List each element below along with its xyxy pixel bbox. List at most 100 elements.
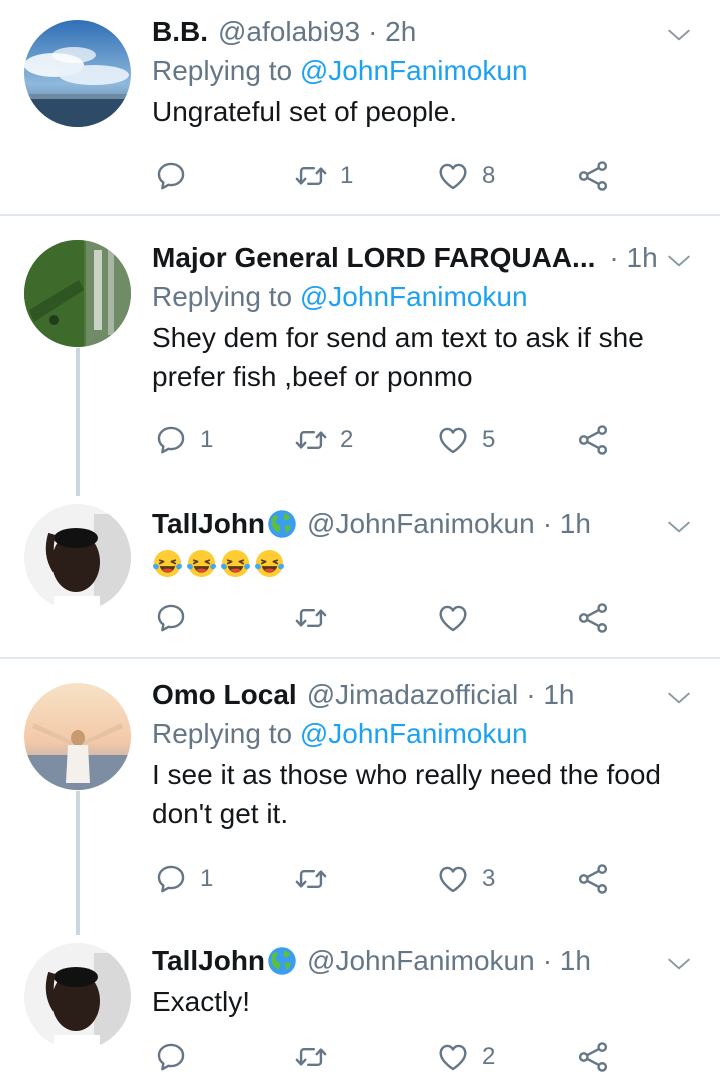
retweet-count: 2 (340, 426, 354, 453)
avatar[interactable] (24, 683, 131, 790)
user-handle[interactable]: @Jimadazofficial (307, 677, 519, 713)
laughing-emoji-icon (152, 548, 183, 579)
display-name[interactable]: B.B. (152, 14, 208, 50)
avatar-image (24, 683, 131, 790)
reply-count: 1 (200, 865, 214, 892)
like-icon (436, 423, 470, 457)
retweet-button[interactable] (294, 598, 328, 638)
like-count: 5 (482, 426, 496, 453)
like-count: 8 (482, 162, 496, 189)
avatar-image (24, 943, 131, 1050)
retweet-icon (294, 862, 328, 896)
reply-icon (154, 862, 188, 896)
retweet-button[interactable] (294, 859, 328, 899)
like-icon (436, 159, 470, 193)
retweet-icon (294, 1040, 328, 1074)
tweet-item[interactable]: TallJohn @JohnFanimokun · 1h Exactly! 2 (0, 935, 720, 1079)
avatar[interactable] (24, 240, 131, 347)
caret-down-icon[interactable] (666, 685, 692, 711)
timestamp[interactable]: · 1h (543, 506, 591, 542)
replying-to-line: Replying to @JohnFanimokun (152, 53, 690, 89)
tweet-actions: 1 3 (152, 859, 622, 899)
timestamp[interactable]: · 2h (368, 14, 416, 50)
tweet-header: B.B. @afolabi93 · 2h (152, 14, 690, 50)
display-name[interactable]: Major General LORD FARQUAA... (152, 240, 595, 276)
globe-emoji-icon (267, 509, 297, 539)
share-icon (576, 1040, 610, 1074)
reply-button[interactable] (154, 1037, 188, 1077)
tweet-item[interactable]: Major General LORD FARQUAA... · 1h Reply… (0, 216, 720, 496)
retweet-icon (294, 423, 328, 457)
tweet-header: Major General LORD FARQUAA... · 1h (152, 240, 690, 276)
user-handle[interactable]: @JohnFanimokun (307, 943, 535, 979)
avatar[interactable] (24, 943, 131, 1050)
like-button[interactable]: 5 (436, 420, 495, 460)
laughing-emoji-icon (220, 548, 251, 579)
replying-to-line: Replying to @JohnFanimokun (152, 716, 690, 752)
retweet-button[interactable]: 1 (294, 156, 353, 196)
display-name[interactable]: TallJohn (152, 943, 265, 979)
like-icon (436, 1040, 470, 1074)
tweet-actions: 1 2 5 (152, 420, 622, 460)
timestamp[interactable]: · 1h (543, 943, 591, 979)
like-button[interactable]: 3 (436, 859, 495, 899)
tweet-item[interactable]: B.B. @afolabi93 · 2h Replying to @JohnFa… (0, 0, 720, 216)
display-name[interactable]: TallJohn (152, 506, 265, 542)
caret-down-icon[interactable] (666, 951, 692, 977)
timestamp[interactable]: · 1h (526, 677, 574, 713)
thread-line (76, 348, 80, 496)
avatar-image (24, 504, 131, 611)
share-button[interactable] (576, 420, 610, 460)
replying-to-mention[interactable]: @JohnFanimokun (300, 281, 528, 312)
like-count: 2 (482, 1043, 496, 1070)
retweet-button[interactable]: 2 (294, 420, 353, 460)
user-handle[interactable]: @JohnFanimokun (307, 506, 535, 542)
tweet-actions: 2 (152, 1037, 622, 1077)
globe-emoji-icon (267, 946, 297, 976)
share-icon (576, 601, 610, 635)
share-button[interactable] (576, 598, 610, 638)
share-icon (576, 862, 610, 896)
tweet-item[interactable]: Omo Local @Jimadazofficial · 1h Replying… (0, 659, 720, 935)
like-icon (436, 601, 470, 635)
tweet-header: TallJohn @JohnFanimokun · 1h (152, 506, 690, 542)
retweet-icon (294, 159, 328, 193)
share-button[interactable] (576, 859, 610, 899)
avatar[interactable] (24, 20, 131, 127)
share-button[interactable] (576, 156, 610, 196)
display-name[interactable]: Omo Local (152, 677, 297, 713)
avatar-image (24, 20, 131, 127)
tweet-item[interactable]: TallJohn @JohnFanimokun · 1h (0, 496, 720, 658)
tweet-text: I see it as those who really need the fo… (152, 759, 661, 829)
reply-icon (154, 423, 188, 457)
share-button[interactable] (576, 1037, 610, 1077)
caret-down-icon[interactable] (666, 22, 692, 48)
reply-button[interactable] (154, 598, 188, 638)
tweet-text: Ungrateful set of people. (152, 96, 458, 127)
reply-button[interactable]: 1 (154, 420, 213, 460)
avatar[interactable] (24, 504, 131, 611)
replying-to-mention[interactable]: @JohnFanimokun (300, 718, 528, 749)
like-icon (436, 862, 470, 896)
replying-to-label: Replying to (152, 718, 300, 749)
timestamp[interactable]: · 1h (609, 240, 657, 276)
retweet-button[interactable] (294, 1037, 328, 1077)
like-button[interactable]: 2 (436, 1037, 495, 1077)
retweet-count: 1 (340, 162, 354, 189)
like-button[interactable]: 8 (436, 156, 495, 196)
replying-to-label: Replying to (152, 55, 300, 86)
laughing-emoji-icon (186, 548, 217, 579)
caret-down-icon[interactable] (666, 514, 692, 540)
retweet-icon (294, 601, 328, 635)
replying-to-mention[interactable]: @JohnFanimokun (300, 55, 528, 86)
laughing-emoji-icon (254, 548, 285, 579)
caret-down-icon[interactable] (666, 248, 692, 274)
reply-button[interactable]: 1 (154, 859, 213, 899)
like-button[interactable] (436, 598, 470, 638)
reply-button[interactable] (154, 156, 200, 196)
thread-line (76, 791, 80, 935)
replying-to-label: Replying to (152, 281, 300, 312)
replying-to-line: Replying to @JohnFanimokun (152, 279, 690, 315)
user-handle[interactable]: @afolabi93 (218, 14, 360, 50)
share-icon (576, 159, 610, 193)
